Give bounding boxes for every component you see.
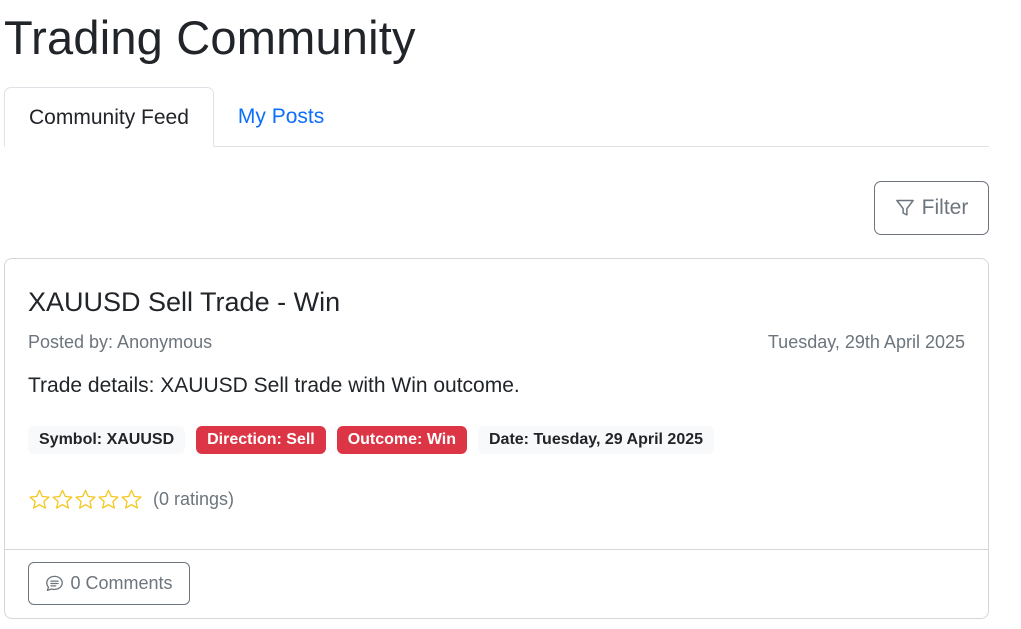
tab-bar: Community Feed My Posts — [4, 87, 989, 147]
post-date: Tuesday, 29th April 2025 — [767, 332, 965, 352]
star-icon[interactable] — [51, 488, 74, 511]
post-author: Posted by: Anonymous — [28, 332, 213, 352]
star-icon[interactable] — [28, 488, 51, 511]
post-meta: Posted by: Anonymous Tuesday, 29th April… — [28, 332, 965, 353]
filter-button[interactable]: Filter — [874, 181, 989, 235]
post-description: Trade details: XAUUSD Sell trade with Wi… — [28, 374, 520, 397]
chat-icon — [46, 575, 64, 592]
tab-my-posts[interactable]: My Posts — [214, 87, 348, 146]
outcome-badge: Outcome: Win — [336, 426, 467, 454]
rating: (0 ratings) — [28, 488, 234, 511]
page: Trading Community Community Feed My Post… — [0, 0, 1021, 629]
symbol-badge: Symbol: XAUUSD — [28, 426, 186, 454]
direction-badge: Direction: Sell — [196, 426, 326, 454]
rating-count: (0 ratings) — [153, 489, 235, 509]
card-footer: 0 Comments — [5, 549, 988, 618]
star-rating[interactable] — [28, 488, 143, 511]
comments-label: 0 Comments — [70, 573, 173, 593]
star-icon[interactable] — [120, 488, 143, 511]
filter-button-label: Filter — [921, 196, 969, 219]
comments-button[interactable]: 0 Comments — [28, 562, 190, 605]
badge-row: Symbol: XAUUSD Direction: Sell Outcome: … — [28, 426, 715, 454]
post-card: XAUUSD Sell Trade - Win Posted by: Anony… — [4, 258, 989, 619]
post-title: XAUUSD Sell Trade - Win — [28, 287, 341, 317]
page-title: Trading Community — [4, 11, 416, 64]
star-icon[interactable] — [74, 488, 97, 511]
star-icon[interactable] — [97, 488, 120, 511]
date-badge: Date: Tuesday, 29 April 2025 — [478, 426, 715, 454]
funnel-icon — [895, 199, 914, 216]
tab-community-feed[interactable]: Community Feed — [4, 87, 214, 147]
